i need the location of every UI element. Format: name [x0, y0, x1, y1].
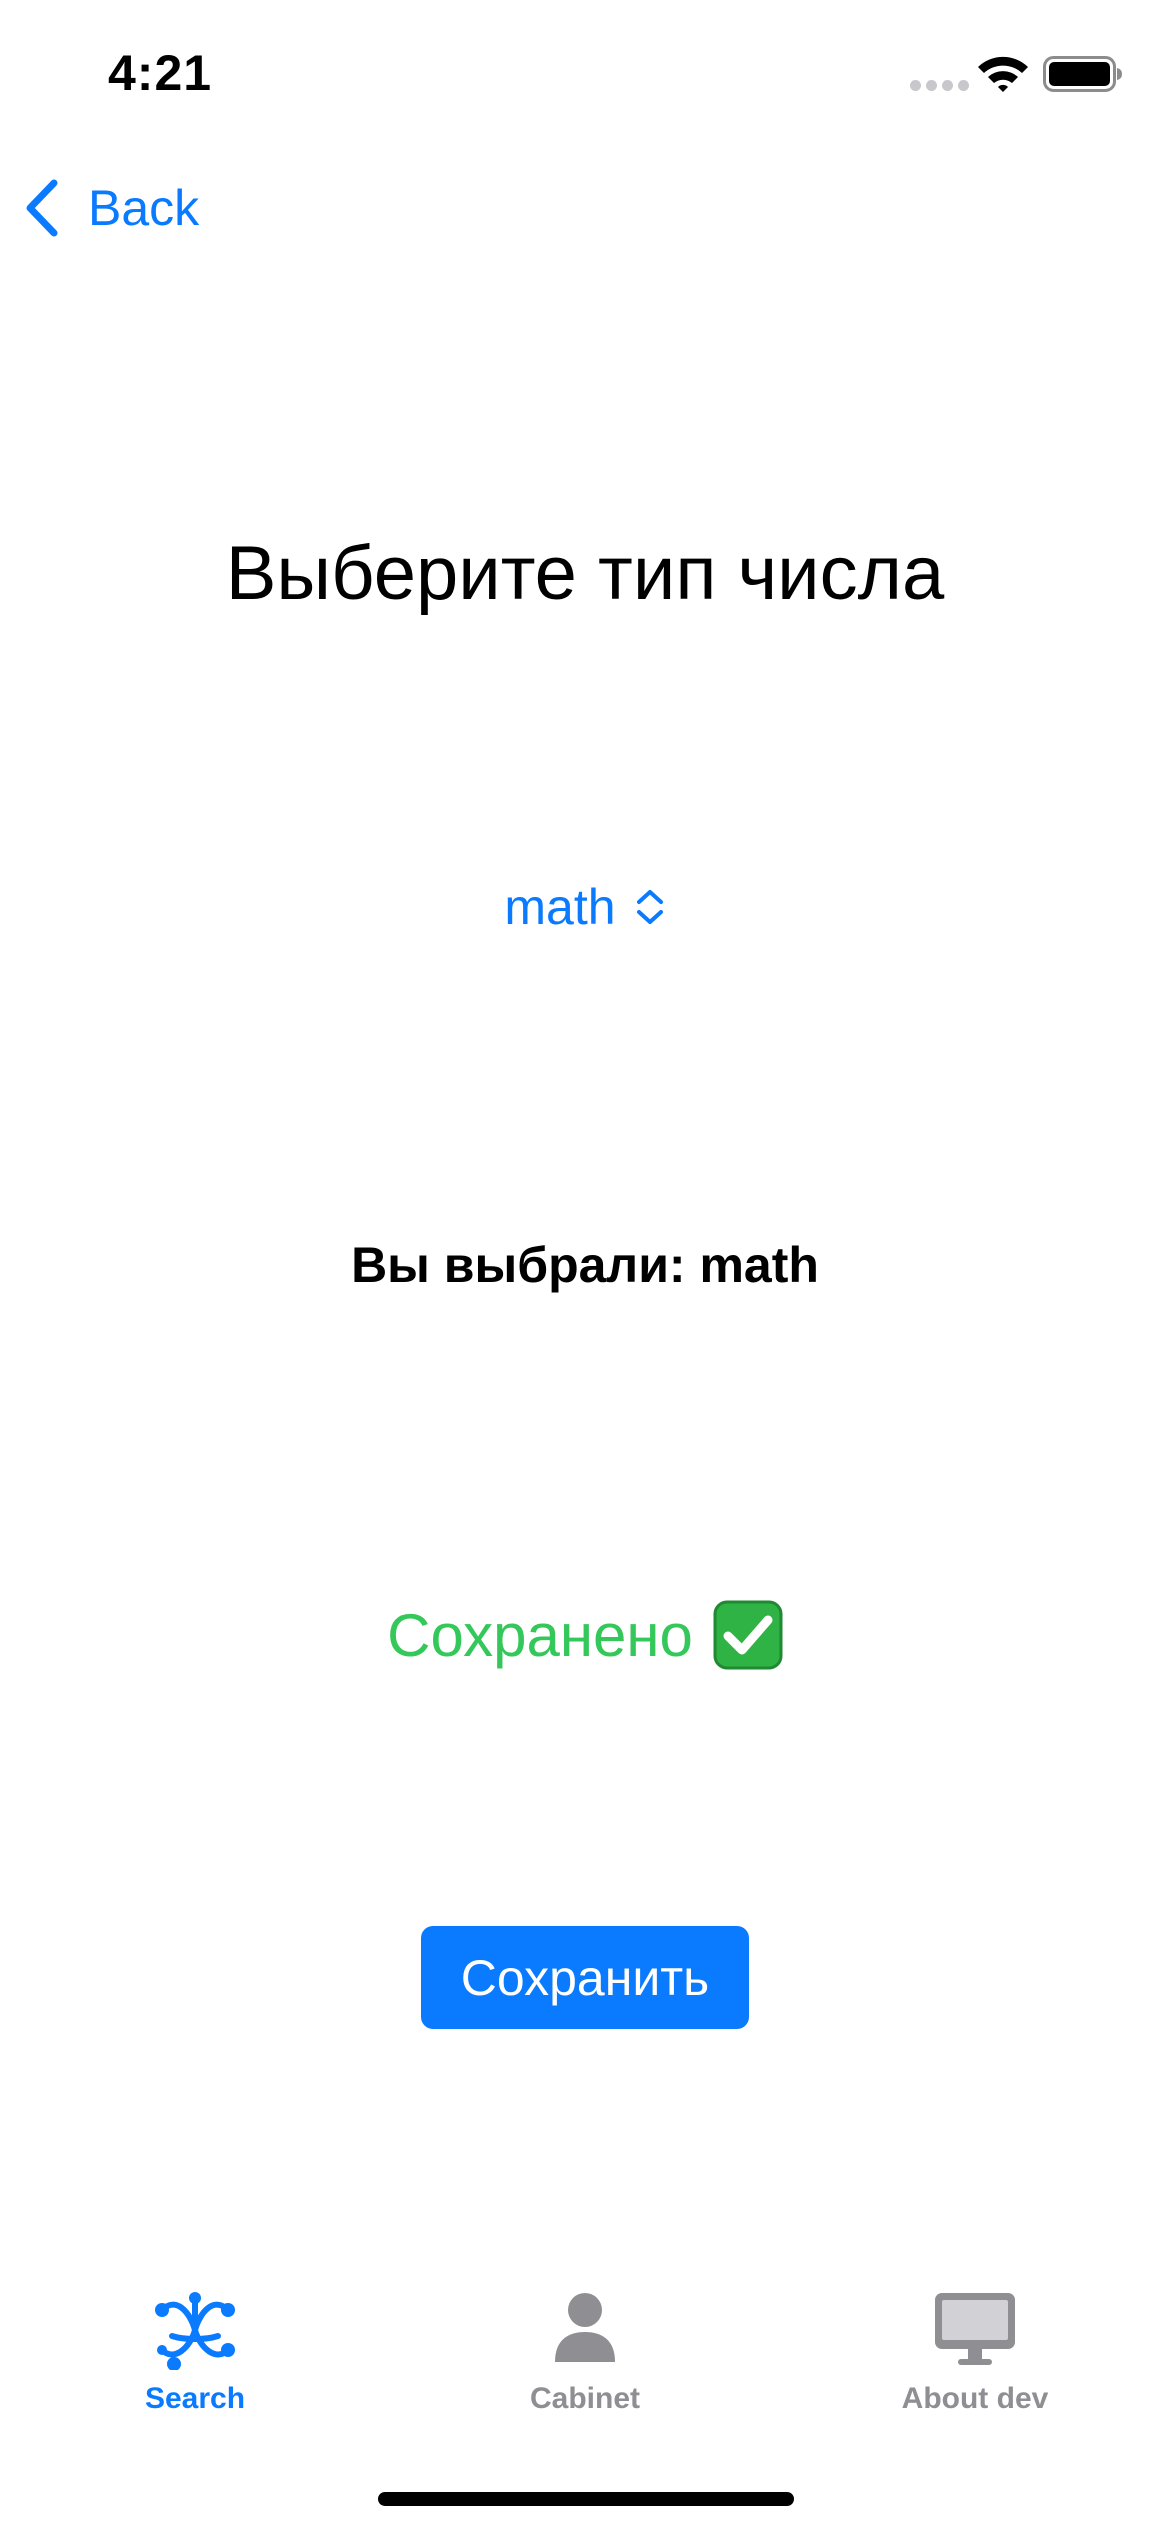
- tab-bar: Search Cabinet About dev: [0, 2290, 1170, 2450]
- page-title: Выберите тип числа: [225, 531, 945, 616]
- back-label: Back: [88, 180, 200, 236]
- chevron-left-icon: [26, 179, 58, 237]
- atom-icon: [155, 2292, 235, 2370]
- cellular-signal-icon: [910, 80, 969, 91]
- tab-cabinet[interactable]: Cabinet: [390, 2290, 780, 2416]
- person-icon: [555, 2293, 615, 2362]
- tab-about-dev-label: About dev: [901, 2382, 1049, 2415]
- desktop-computer-icon: [935, 2293, 1015, 2365]
- status-time: 4:21: [108, 45, 213, 101]
- picker-value: math: [504, 879, 616, 935]
- check-mark-button-icon: [713, 1600, 783, 1670]
- saved-text: Сохранено: [387, 1601, 693, 1669]
- saved-status: Сохранено: [0, 1600, 1170, 1670]
- battery-icon: [1043, 56, 1122, 92]
- save-button[interactable]: Сохранить: [421, 1926, 749, 2029]
- selection-text: Вы выбрали: math: [351, 1237, 819, 1293]
- chevron-up-down-icon: [636, 890, 663, 924]
- tab-search-label: Search: [144, 2382, 246, 2415]
- status-bar: 4:21: [0, 0, 1170, 140]
- tab-search[interactable]: Search: [0, 2290, 390, 2416]
- tab-cabinet-label: Cabinet: [529, 2382, 640, 2415]
- wifi-icon: [978, 56, 1028, 92]
- number-type-picker[interactable]: math: [0, 878, 1170, 936]
- tab-about-dev[interactable]: About dev: [780, 2290, 1170, 2416]
- home-indicator: [378, 2492, 794, 2506]
- back-button[interactable]: Back: [22, 170, 199, 246]
